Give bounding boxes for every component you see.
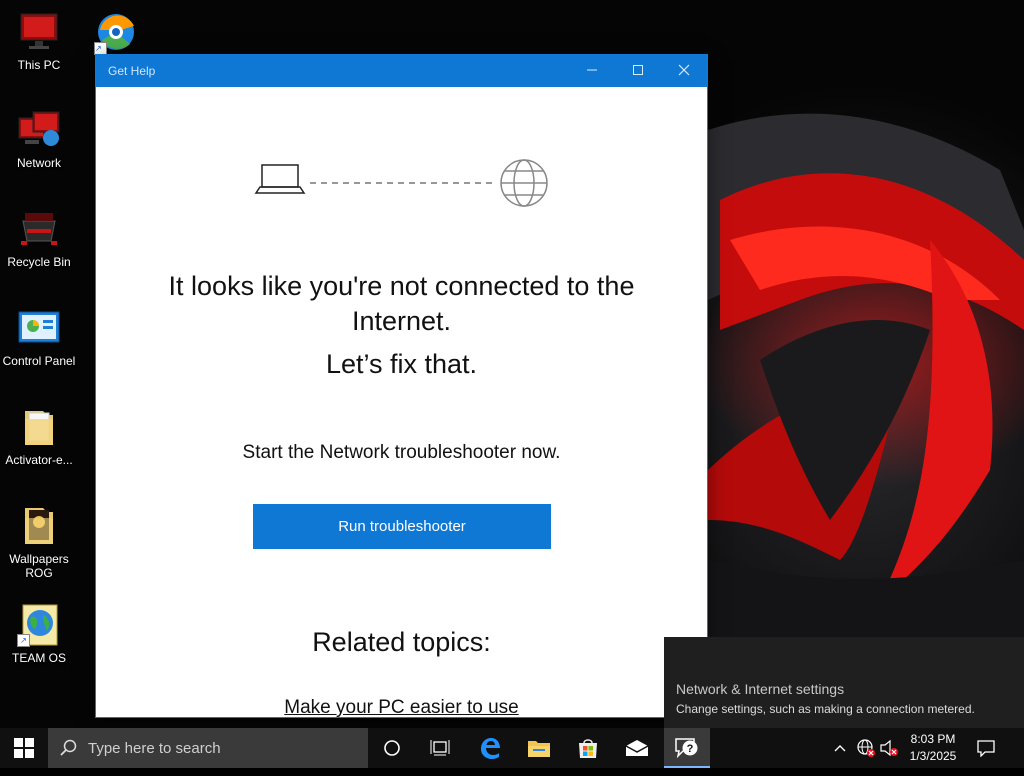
edge-browser-icon (481, 738, 500, 759)
task-view-button[interactable] (418, 728, 462, 768)
window-title: Get Help (108, 64, 156, 78)
desktop-icon-activator-folder[interactable]: Activator-e... (0, 405, 78, 467)
cortana-button[interactable] (370, 728, 414, 768)
shortcut-arrow-icon: ↗ (94, 42, 107, 55)
subline-text: Let’s fix that. (325, 349, 478, 379)
edge-app-button[interactable] (468, 728, 512, 768)
desktop-icon-label: This PC (17, 58, 61, 72)
windows-logo-icon (14, 738, 34, 758)
chevron-up-icon (834, 745, 846, 752)
network-flyout[interactable]: Network & Internet settings Change setti… (664, 637, 1024, 728)
desktop-icon-label: TEAM OS (11, 651, 66, 665)
clock-date: 1/3/2025 (909, 749, 957, 763)
network-settings-description: Change settings, such as making a connec… (676, 702, 975, 716)
laptop-icon (254, 164, 306, 194)
get-help-app-button[interactable]: ? (664, 728, 710, 768)
desktop-icon-this-pc[interactable]: This PC (0, 10, 78, 72)
folder-icon (17, 504, 61, 548)
troubleshooter-prompt: Start the Network troubleshooter now. (242, 442, 561, 463)
clock-time: 8:03 PM (910, 732, 956, 746)
file-explorer-button[interactable] (517, 728, 561, 768)
desktop-icon-control-panel[interactable]: Control Panel (0, 306, 78, 368)
related-topic-link[interactable]: Make your PC easier to use (96, 697, 707, 719)
desktop-icon-browser[interactable]: ↗ (90, 8, 138, 56)
globe-document-icon: ↗ (17, 603, 61, 647)
get-help-window: Get Help It looks like you're not connec… (96, 55, 707, 719)
show-hidden-icons-button[interactable] (829, 728, 851, 768)
window-content: It looks like you're not connected to th… (96, 87, 707, 719)
monitor-icon (17, 10, 61, 54)
desktop-icon-label: Control Panel (2, 354, 76, 368)
taskbar-search-box[interactable]: Type here to search (48, 728, 368, 768)
network-settings-link[interactable]: Network & Internet settings (676, 681, 844, 697)
get-help-icon: ? (675, 738, 698, 759)
search-icon (60, 739, 77, 756)
volume-muted-icon (880, 739, 898, 757)
desktop-icon-network[interactable]: Network (0, 108, 78, 170)
disconnected-illustration (254, 159, 548, 207)
desktop-icon-label: Network (16, 156, 61, 170)
minimize-button[interactable] (569, 55, 615, 87)
task-view-icon (430, 740, 450, 756)
window-titlebar[interactable]: Get Help (96, 55, 707, 87)
search-placeholder: Type here to search (88, 740, 221, 757)
network-disconnected-icon (857, 739, 875, 757)
desktop-icon-label: Activator-e... (5, 453, 73, 467)
taskbar: Type here to search ? 8:03 PM 1/3/2025 (0, 728, 1024, 768)
maximize-button[interactable] (615, 55, 661, 87)
network-icon (17, 108, 61, 152)
control-panel-icon (17, 306, 61, 350)
minimize-icon (587, 69, 597, 71)
start-button[interactable] (0, 728, 48, 768)
desktop-icon-recycle-bin[interactable]: Recycle Bin (0, 207, 78, 269)
folder-icon (17, 405, 61, 449)
svg-text:?: ? (687, 743, 694, 755)
volume-tray-button[interactable] (878, 728, 900, 768)
globe-icon (500, 159, 548, 207)
desktop-icon-label: Wallpapers ROG (9, 552, 69, 580)
folder-icon (528, 741, 550, 757)
mail-envelope-icon (625, 740, 649, 756)
desktop-icon-wallpapers-folder[interactable]: Wallpapers ROG (0, 504, 78, 580)
shortcut-arrow-icon: ↗ (17, 634, 30, 647)
store-app-button[interactable] (566, 728, 610, 768)
mail-app-button[interactable] (615, 728, 659, 768)
system-clock[interactable]: 8:03 PM 1/3/2025 (900, 731, 966, 765)
desktop-icon-label: Recycle Bin (7, 255, 71, 269)
cortana-circle-icon (384, 740, 400, 756)
close-button[interactable] (661, 55, 707, 87)
store-bag-icon (579, 739, 597, 758)
network-tray-button[interactable] (854, 728, 878, 768)
close-icon (678, 64, 690, 76)
notification-icon (977, 740, 995, 758)
desktop-icon-team-os[interactable]: ↗ TEAM OS (0, 603, 78, 665)
headline-text: It looks like you're not connected to th… (168, 271, 635, 336)
related-topics-heading: Related topics: (312, 627, 491, 657)
maximize-icon (633, 65, 643, 75)
run-troubleshooter-button[interactable]: Run troubleshooter (253, 504, 551, 549)
action-center-button[interactable] (972, 728, 1000, 768)
recycle-bin-icon (17, 207, 61, 251)
